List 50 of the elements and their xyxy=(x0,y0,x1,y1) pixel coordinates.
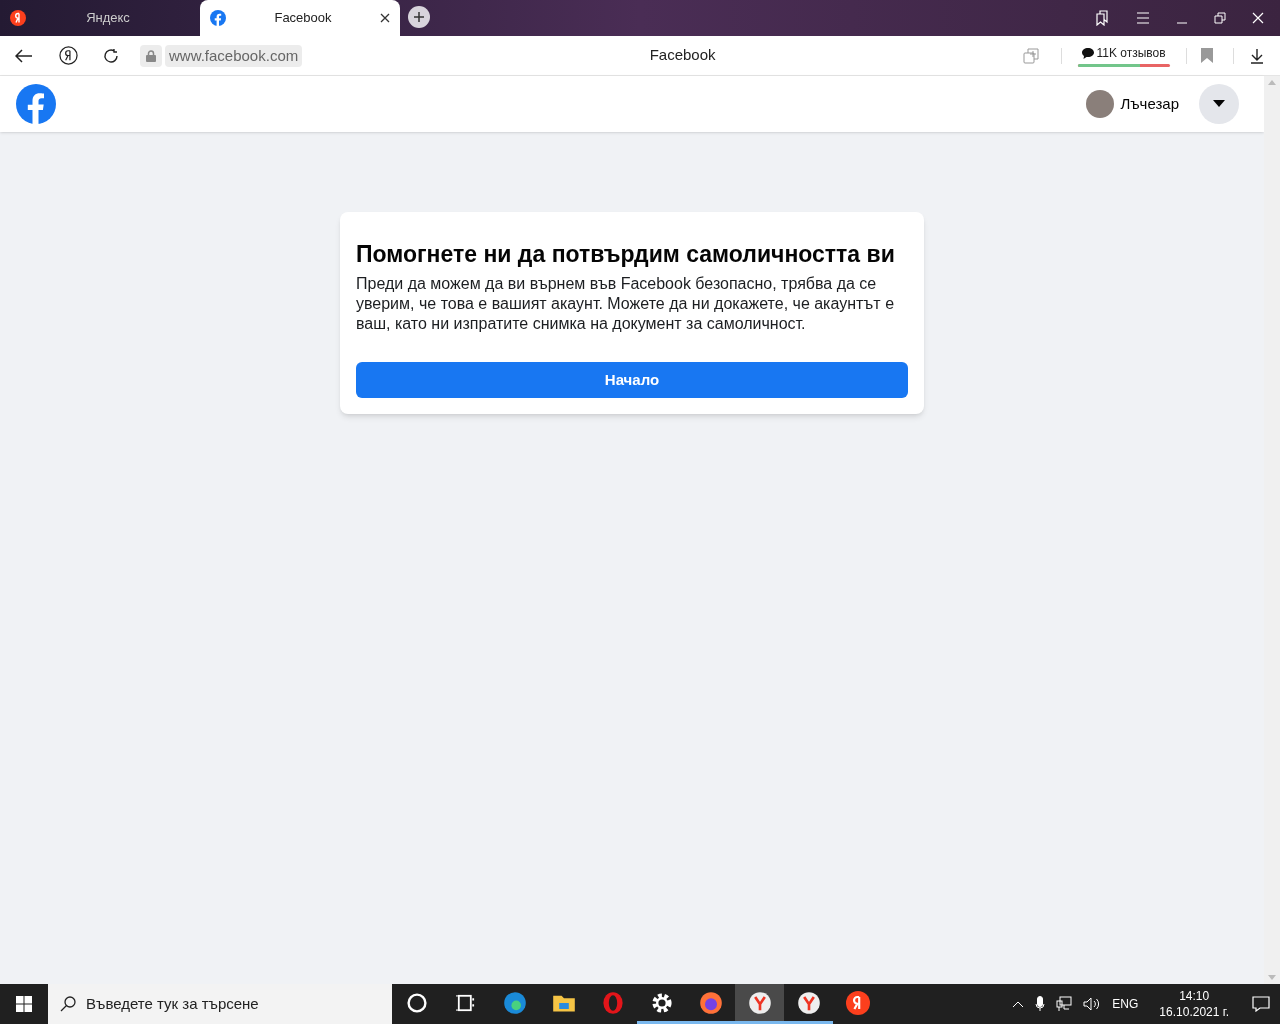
speaker-icon[interactable] xyxy=(1083,997,1102,1011)
new-tab-button[interactable] xyxy=(408,6,430,28)
download-icon[interactable] xyxy=(1250,47,1264,64)
address-field[interactable]: www.facebook.com xyxy=(165,44,303,67)
tab-label: Facebook xyxy=(273,9,333,28)
chevron-up-icon[interactable] xyxy=(1012,1000,1025,1008)
tab-label: Яндекс xyxy=(85,9,131,28)
menu-icon[interactable] xyxy=(1136,12,1150,24)
facebook-icon xyxy=(210,10,226,26)
circle-icon xyxy=(404,990,429,1015)
profile-button[interactable]: Лъчезар xyxy=(1086,90,1179,118)
restore-icon[interactable] xyxy=(1214,12,1226,24)
facebook-logo[interactable] xyxy=(16,84,56,124)
clock[interactable]: 14:10 16.10.2021 г. xyxy=(1159,988,1229,1020)
yandex-icon xyxy=(845,990,870,1015)
caret-icon xyxy=(1213,100,1225,108)
lock-icon xyxy=(146,49,156,62)
page-title: Facebook xyxy=(649,45,716,66)
edge-icon xyxy=(502,990,527,1015)
avatar xyxy=(1086,90,1115,118)
card-text: Преди да можем да ви върнем във Facebook безопасно, трябва да се уверим, че това е вашият акаунт. Можете да ни докажете, че акаунтът е ваш, като ни изпратите снимка на документ за самоличност. xyxy=(356,274,896,334)
card-title: Помогнете ни да потвърдим самоличността ви xyxy=(356,240,896,268)
yandex-icon xyxy=(10,10,26,26)
notifications-icon[interactable] xyxy=(1252,996,1270,1012)
taskbar-app[interactable] xyxy=(735,984,784,1024)
taskbar-search-field[interactable]: Въведете тук за търсене xyxy=(48,984,392,1024)
close-icon[interactable] xyxy=(380,13,390,23)
microphone-icon[interactable] xyxy=(1035,996,1046,1012)
network-icon[interactable] xyxy=(1056,996,1073,1012)
lock-badge[interactable] xyxy=(140,44,162,67)
firefox-icon xyxy=(698,990,723,1015)
account-menu-button[interactable] xyxy=(1199,84,1239,124)
bookmarks-icon[interactable] xyxy=(1094,10,1110,26)
windows-icon xyxy=(16,996,32,1012)
speech-bubble-icon xyxy=(1082,47,1095,59)
reviews-count: 11K отзывов xyxy=(1096,45,1166,62)
reload-icon[interactable] xyxy=(103,47,119,64)
browser-tab[interactable]: Facebook xyxy=(200,0,400,36)
opera-icon xyxy=(600,990,625,1015)
plus-icon xyxy=(413,11,425,23)
yandex-browser-icon xyxy=(796,990,821,1015)
back-icon[interactable] xyxy=(15,48,33,63)
reviews-widget[interactable]: 11K отзывов xyxy=(1078,44,1170,67)
search-icon xyxy=(60,996,76,1012)
browser-tab[interactable]: Яндекс xyxy=(0,0,200,36)
yandex-browser-icon xyxy=(747,990,772,1015)
language-indicator[interactable]: ENG xyxy=(1112,995,1139,1013)
bookmark-icon[interactable] xyxy=(1201,48,1213,63)
start-button[interactable]: Начало xyxy=(356,362,908,398)
yandex-circle-icon[interactable] xyxy=(59,46,78,65)
